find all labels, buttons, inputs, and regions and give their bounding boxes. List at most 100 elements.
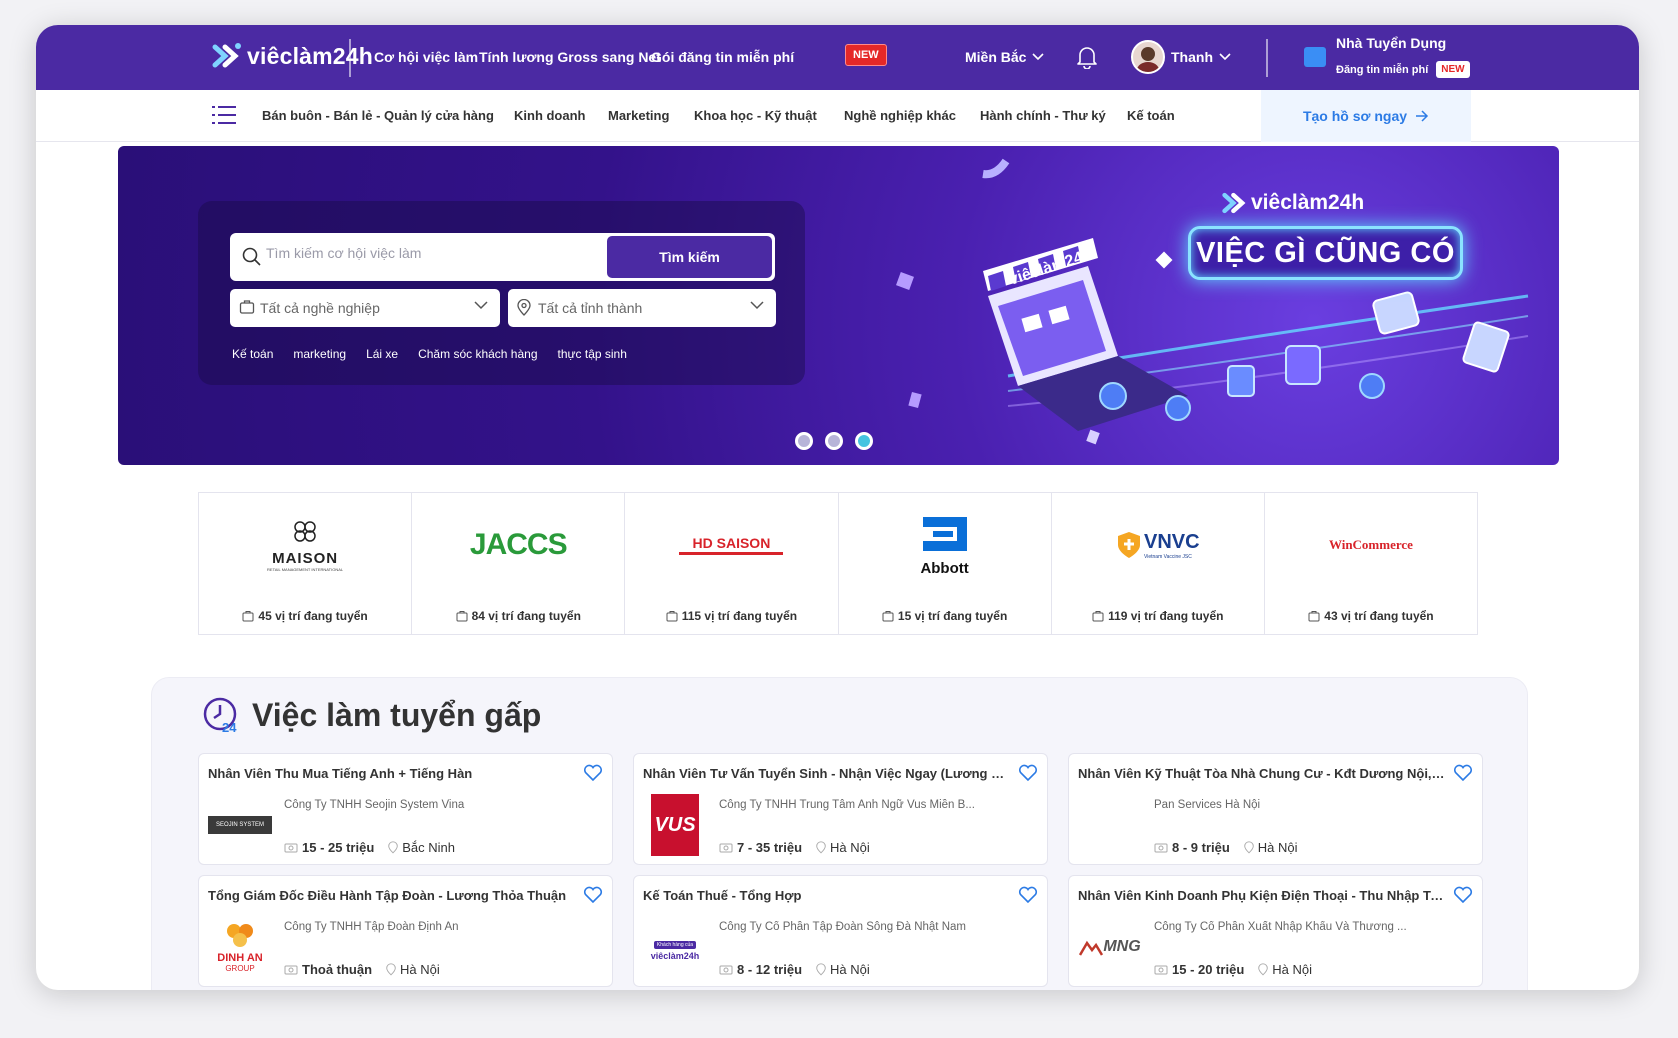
job-card[interactable]: Tổng Giám Đốc Điều Hành Tập Đoàn - Lương… — [198, 875, 613, 987]
search-panel: Tìm kiếm Tất cả nghề nghiệp Tất cả tỉnh … — [198, 201, 805, 385]
browser-window: viêclàm24h Cơ hội việc làm Tính lương Gr… — [36, 25, 1639, 990]
company-logo: Abbott — [839, 515, 1051, 577]
chevron-down-icon — [1219, 53, 1231, 61]
company-card[interactable]: Abbott 15 vị trí đang tuyển — [839, 493, 1052, 634]
carousel-dot[interactable] — [795, 432, 813, 450]
dinh-an-mark-icon — [227, 923, 253, 947]
job-card[interactable]: Nhân Viên Kỹ Thuật Tòa Nhà Chung Cư - Kđ… — [1068, 753, 1483, 865]
occupation-select-label: Tất cả nghề nghiệp — [260, 300, 380, 316]
logo-text: viêclàm24h — [247, 42, 374, 69]
job-title[interactable]: Nhân Viên Thu Mua Tiếng Anh + Tiếng Hàn — [208, 766, 578, 781]
company-logo-text: DINH AN — [217, 951, 263, 964]
company-name: MAISON — [272, 549, 339, 567]
heart-icon[interactable] — [1453, 764, 1473, 782]
open-positions-label: 43 vị trí đang tuyển — [1324, 609, 1434, 623]
briefcase-icon — [666, 611, 678, 622]
search-button[interactable]: Tìm kiếm — [607, 236, 772, 278]
location-value: Hà Nội — [1272, 962, 1313, 977]
salary-value: 7 - 35 triệu — [737, 840, 803, 855]
menu-icon[interactable] — [212, 105, 236, 125]
chevron-down-icon — [1032, 53, 1045, 61]
user-menu[interactable]: Thanh — [1131, 40, 1231, 74]
company-card[interactable]: HD SAISON 115 vị trí đang tuyển — [625, 493, 839, 634]
company-card[interactable]: WinCommerce 43 vị trí đang tuyển — [1265, 493, 1477, 634]
company-card[interactable]: JACCS 84 vị trí đang tuyển — [412, 493, 626, 634]
category-sales[interactable]: Kinh doanh — [514, 108, 586, 123]
company-logo: SEOJIN SYSTEM — [208, 794, 272, 856]
location: Bắc Ninh — [388, 840, 455, 855]
carousel-dot[interactable] — [825, 432, 843, 450]
heart-icon[interactable] — [1018, 764, 1038, 782]
tag-accounting[interactable]: Kế toán — [232, 347, 273, 361]
tag-driver[interactable]: Lái xe — [366, 347, 398, 361]
category-accounting[interactable]: Kế toán — [1127, 108, 1175, 123]
category-science-tech[interactable]: Khoa học - Kỹ thuật — [694, 108, 817, 123]
company-logo-sub: GROUP — [225, 963, 255, 973]
job-title[interactable]: Tổng Giám Đốc Điều Hành Tập Đoàn - Lương… — [208, 888, 578, 903]
bell-icon[interactable] — [1076, 45, 1098, 69]
svg-text:24: 24 — [222, 720, 237, 734]
heart-icon[interactable] — [1018, 886, 1038, 904]
clock-24-icon: 24 — [203, 697, 237, 734]
briefcase-icon — [1308, 611, 1320, 622]
location: Hà Nội — [1244, 840, 1298, 855]
job-card[interactable]: Nhân Viên Tư Vấn Tuyển Sinh - Nhận Việc … — [633, 753, 1048, 865]
search-input[interactable] — [266, 245, 566, 261]
logo-mark-icon — [1222, 192, 1246, 214]
company-name: WinCommerce — [1328, 537, 1413, 552]
nav-salary-calculator[interactable]: Tính lương Gross sang Net — [479, 49, 661, 65]
nav-job-opportunities[interactable]: Cơ hội việc làm — [374, 49, 478, 65]
province-select[interactable]: Tất cả tỉnh thành — [508, 289, 776, 327]
employer-sub-label: Đăng tin miễn phí — [1336, 63, 1429, 76]
company-logo: HD SAISON — [625, 515, 837, 575]
company-logo — [1078, 794, 1142, 856]
hero-banner: Tìm kiếm Tất cả nghề nghiệp Tất cả tỉnh … — [118, 146, 1559, 465]
company-name: Công Ty TNHH Trung Tâm Anh Ngữ Vus Miền … — [719, 799, 975, 811]
job-title[interactable]: Nhân Viên Kỹ Thuật Tòa Nhà Chung Cư - Kđ… — [1078, 766, 1448, 781]
money-icon — [1154, 843, 1168, 852]
company-logo-text: viêclàm24h — [650, 951, 700, 961]
salary: 8 - 12 triệu — [719, 962, 802, 977]
job-meta: 15 - 25 triệu Bắc Ninh — [284, 840, 455, 855]
open-positions-label: 119 vị trí đang tuyển — [1108, 609, 1224, 623]
create-cv-button[interactable]: Tạo hồ sơ ngay — [1261, 90, 1471, 142]
job-title[interactable]: Kế Toán Thuế - Tổng Hợp — [643, 888, 1013, 903]
company-logo: MAISON RETAIL MANAGEMENT INTERNATIONAL — [199, 515, 411, 575]
company-name: Abbott — [920, 560, 969, 577]
carousel-dot-active[interactable] — [855, 432, 873, 450]
section-title: Việc làm tuyển gấp — [252, 696, 542, 733]
tag-intern[interactable]: thực tập sinh — [558, 347, 627, 361]
job-card[interactable]: Kế Toán Thuế - Tổng Hợp Khách hàng của v… — [633, 875, 1048, 987]
company-card[interactable]: VNVC Vietnam Vaccine JSC 119 vị trí đang… — [1052, 493, 1265, 634]
occupation-select[interactable]: Tất cả nghề nghiệp — [230, 289, 500, 327]
heart-icon[interactable] — [583, 764, 603, 782]
location-pin-icon — [816, 841, 826, 854]
location-value: Hà Nội — [400, 962, 440, 977]
category-retail[interactable]: Bán buôn - Bán lẻ - Quản lý cửa hàng — [262, 108, 494, 123]
heart-icon[interactable] — [583, 886, 603, 904]
category-admin[interactable]: Hành chính - Thư ký — [980, 108, 1106, 123]
company-name: Pan Services Hà Nội — [1154, 799, 1261, 811]
nav-free-posting[interactable]: Gói đăng tin miễn phí — [651, 49, 794, 65]
tag-marketing[interactable]: marketing — [293, 347, 346, 361]
chevron-down-icon — [474, 301, 488, 310]
heart-icon[interactable] — [1453, 886, 1473, 904]
location: Hà Nội — [1258, 962, 1312, 977]
company-card[interactable]: MAISON RETAIL MANAGEMENT INTERNATIONAL 4… — [199, 493, 413, 634]
category-marketing[interactable]: Marketing — [608, 108, 669, 123]
tag-customer-care[interactable]: Chăm sóc khách hàng — [418, 347, 537, 361]
create-cv-label: Tạo hồ sơ ngay — [1302, 108, 1408, 124]
job-card[interactable]: Nhân Viên Kinh Doanh Phụ Kiện Điện Thoại… — [1068, 875, 1483, 987]
category-other[interactable]: Nghề nghiệp khác — [844, 108, 956, 123]
abbott-mark-icon — [922, 517, 967, 551]
briefcase-icon — [1092, 611, 1104, 622]
money-icon — [719, 965, 733, 974]
banner-brand: viêclàm24h — [1221, 188, 1364, 218]
region-select[interactable]: Miền Bắc — [965, 49, 1045, 65]
job-card[interactable]: Nhân Viên Thu Mua Tiếng Anh + Tiếng Hàn … — [198, 753, 613, 865]
money-icon — [719, 843, 733, 852]
job-title[interactable]: Nhân Viên Kinh Doanh Phụ Kiện Điện Thoại… — [1078, 888, 1448, 903]
location-pin-icon — [1258, 963, 1269, 976]
job-title[interactable]: Nhân Viên Tư Vấn Tuyển Sinh - Nhận Việc … — [643, 766, 1013, 781]
carousel-dots — [795, 432, 873, 450]
